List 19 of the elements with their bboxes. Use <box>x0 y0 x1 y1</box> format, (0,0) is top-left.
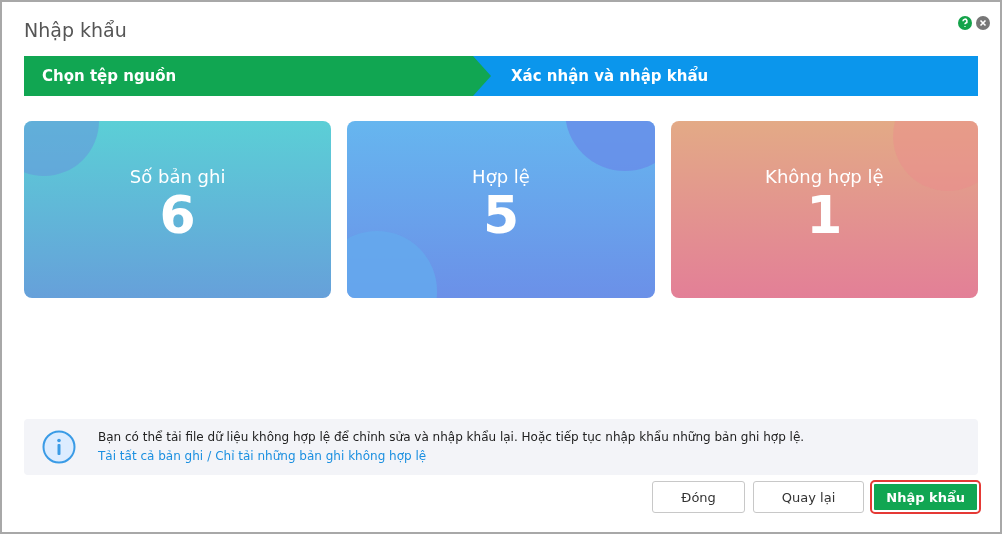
card-count: 5 <box>482 187 520 245</box>
wizard-step: Chọn tệp nguồn <box>24 56 491 96</box>
import-button[interactable]: Nhập khẩu <box>872 482 979 512</box>
info-message: Bạn có thể tải file dữ liệu không hợp lệ để chỉnh sửa và nhập khẩu lại. Hoặc tiếp tục nhập khẩu những bản ghi hợp lệ. <box>98 429 805 446</box>
download-link[interactable]: Tải tất cả bản ghi <box>98 447 204 466</box>
card-label: Không hợp lệ <box>765 166 884 188</box>
card-count: 1 <box>806 187 843 245</box>
dialog-button[interactable]: Quay lại <box>752 481 865 513</box>
download-link[interactable]: Chỉ tải những bản ghi không hợp lệ <box>215 447 427 466</box>
close-icon[interactable] <box>976 16 990 30</box>
info-icon <box>42 430 76 464</box>
dialog-button[interactable]: Đóng <box>652 481 745 513</box>
link-separator: / <box>207 448 212 465</box>
help-icon[interactable] <box>958 16 972 30</box>
wizard-step: Xác nhận và nhập khẩu <box>473 56 978 96</box>
card-label: Hợp lệ <box>472 166 530 188</box>
card-count: 6 <box>159 187 196 245</box>
dialog-title: Nhập khẩu <box>24 18 127 41</box>
card-label: Số bản ghi <box>129 166 226 188</box>
